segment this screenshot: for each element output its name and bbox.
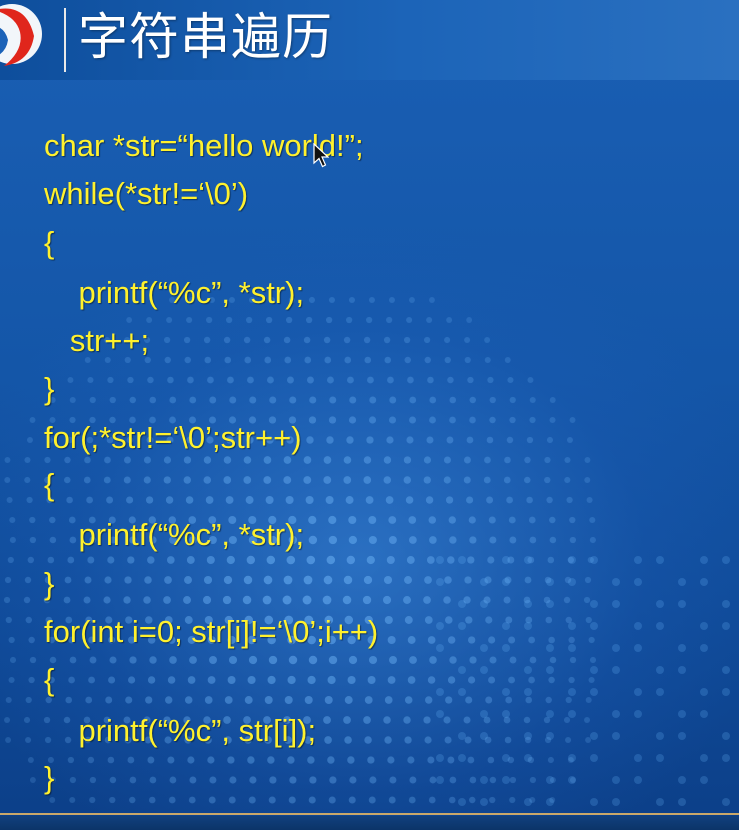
code-line-10: } bbox=[44, 566, 55, 601]
mouse-cursor-icon bbox=[313, 143, 329, 168]
code-line-4: printf(“%c”, *str); bbox=[44, 275, 305, 310]
bottom-strip bbox=[0, 816, 739, 830]
code-line-14: } bbox=[44, 760, 55, 795]
code-block: char *str=“hello world!”; while(*str!=‘\… bbox=[0, 0, 739, 830]
code-line-12: { bbox=[44, 662, 55, 697]
slide: 字符串遍历 char *str=“hello world!”; while(*s… bbox=[0, 0, 739, 830]
code-line-9: printf(“%c”, *str); bbox=[44, 517, 305, 552]
code-line-7: for(;*str!=‘\0’;str++) bbox=[44, 420, 302, 455]
bottom-rule bbox=[0, 813, 739, 815]
code-line-6: } bbox=[44, 371, 55, 406]
code-line-2: while(*str!=‘\0’) bbox=[44, 176, 249, 211]
code-line-3: { bbox=[44, 225, 55, 260]
code-line-13: printf(“%c”, str[i]); bbox=[44, 713, 317, 748]
code-line-8: { bbox=[44, 467, 55, 502]
code-line-11: for(int i=0; str[i]!=‘\0’;i++) bbox=[44, 614, 379, 649]
code-line-5: str++; bbox=[44, 323, 150, 358]
